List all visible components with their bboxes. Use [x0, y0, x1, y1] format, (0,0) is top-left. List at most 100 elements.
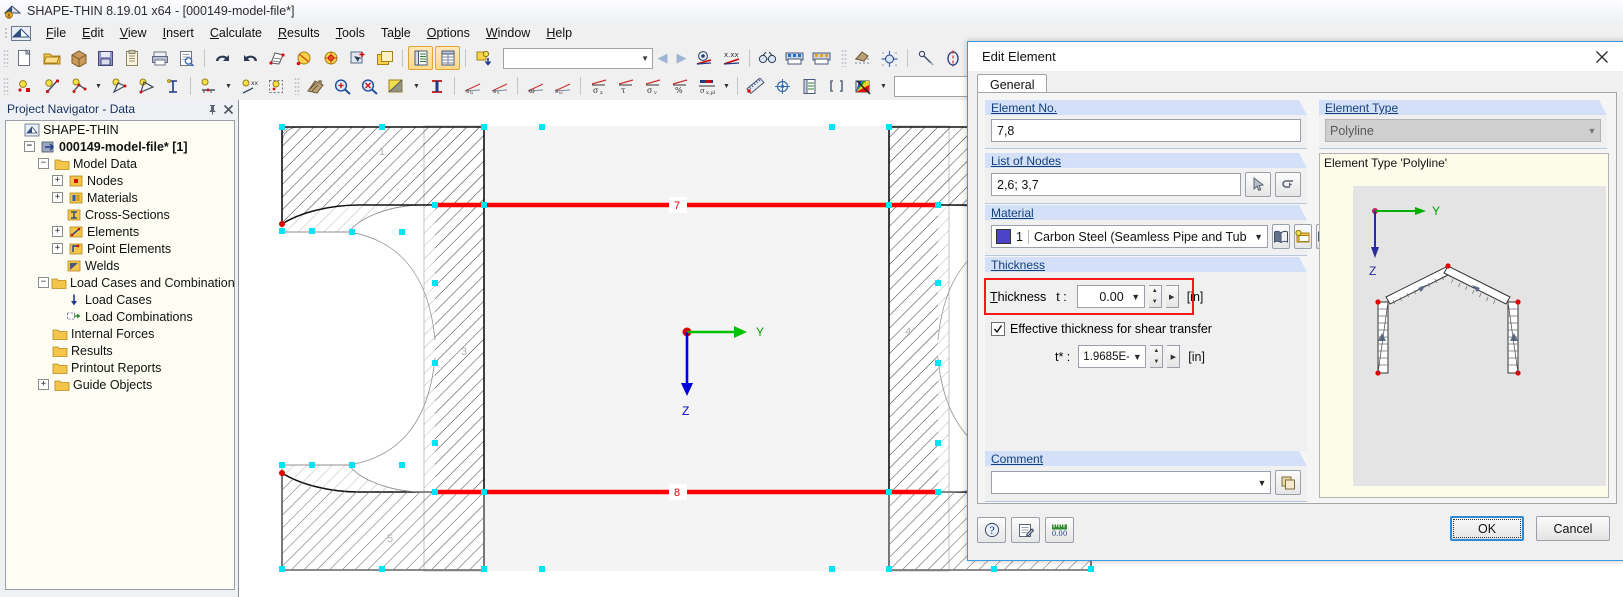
section-i-icon[interactable]: [424, 74, 449, 98]
toolbar-combo-1[interactable]: ▼: [503, 47, 653, 69]
copy-comment-icon[interactable]: [1275, 470, 1301, 495]
tau-icon[interactable]: τ: [613, 74, 638, 98]
thickness-stepper[interactable]: ▲ ▼: [1148, 285, 1162, 308]
tree-item-internal-forces[interactable]: Internal Forces: [6, 325, 234, 342]
menu-item-view[interactable]: View: [112, 23, 155, 43]
new-xx-icon[interactable]: xx: [236, 74, 261, 98]
redo-icon[interactable]: [237, 46, 262, 70]
copy-icon[interactable]: [120, 46, 145, 70]
thickness-input[interactable]: 0.00 ▼: [1076, 285, 1145, 308]
toolbar-grip[interactable]: [3, 49, 9, 67]
dimension-icon[interactable]: [913, 46, 938, 70]
comment-input[interactable]: ▼: [991, 471, 1271, 494]
su-icon[interactable]: su: [460, 74, 485, 98]
tree-item-point-elements[interactable]: + Point Elements: [6, 240, 234, 257]
tree-item-load-cases[interactable]: Load Cases: [6, 291, 234, 308]
tree-item-materials[interactable]: + Materials: [6, 189, 234, 206]
grid-snap-icon[interactable]: [850, 46, 875, 70]
import-icon[interactable]: [471, 46, 496, 70]
bracket-icon[interactable]: [824, 74, 849, 98]
dropdown-arrow-icon[interactable]: ▼: [878, 74, 889, 98]
open-file-icon[interactable]: [39, 46, 64, 70]
menu-item-window[interactable]: Window: [478, 23, 538, 43]
toolbar-grip-4[interactable]: [294, 77, 300, 95]
menu-item-edit[interactable]: Edit: [74, 23, 112, 43]
cancel-button[interactable]: Cancel: [1536, 516, 1610, 541]
s-omega-icon[interactable]: sω: [550, 74, 575, 98]
print-preview-icon[interactable]: [174, 46, 199, 70]
menu-grip[interactable]: [3, 26, 10, 40]
chevron-down-icon[interactable]: ▼: [1251, 232, 1267, 242]
new-polyline-icon[interactable]: [66, 74, 91, 98]
toolbar-grip-3[interactable]: [3, 77, 9, 95]
material-combo[interactable]: 1 Carbon Steel (Seamless Pipe and Tub ▼: [991, 225, 1268, 248]
tree-item-cross-sections[interactable]: Cross-Sections: [6, 206, 234, 223]
save-icon[interactable]: [93, 46, 118, 70]
view-point-icon[interactable]: [692, 46, 717, 70]
tree-item-guide-objects[interactable]: + Guide Objects: [6, 376, 234, 393]
sv-icon[interactable]: sv: [487, 74, 512, 98]
snap-object-icon[interactable]: [877, 46, 902, 70]
new-material-icon[interactable]: [1293, 224, 1312, 249]
new-file-icon[interactable]: [12, 46, 37, 70]
select-add-icon[interactable]: [345, 46, 370, 70]
omega-icon[interactable]: ω: [523, 74, 548, 98]
tree-item-load-cases-and-combinations[interactable]: − Load Cases and Combinations: [6, 274, 234, 291]
expand-icon[interactable]: +: [52, 175, 63, 186]
element-no-input[interactable]: 7,8: [991, 119, 1301, 142]
new-section-icon[interactable]: [160, 74, 185, 98]
menu-item-insert[interactable]: Insert: [155, 23, 202, 43]
tree-item-nodes[interactable]: + Nodes: [6, 172, 234, 189]
new-selection-icon[interactable]: [263, 74, 288, 98]
colors-icon[interactable]: [851, 74, 876, 98]
collapse-icon[interactable]: −: [38, 158, 49, 169]
effective-thickness-input[interactable]: 1.9685E-( ▼: [1078, 345, 1147, 368]
dropdown-arrow-icon[interactable]: ▼: [721, 74, 732, 98]
undo-icon[interactable]: [210, 46, 235, 70]
close-icon[interactable]: [1579, 42, 1623, 71]
spin-up-icon[interactable]: ▲: [1149, 286, 1161, 297]
tree-item-model-data[interactable]: − Model Data: [6, 155, 234, 172]
sigma-v-icon[interactable]: σv: [640, 74, 665, 98]
dropdown-arrow-icon[interactable]: ▼: [223, 74, 234, 98]
new-line-element-icon[interactable]: [39, 74, 64, 98]
menu-item-options[interactable]: Options: [419, 23, 478, 43]
effective-thickness-more-button[interactable]: ▶: [1167, 345, 1181, 368]
new-arc-icon[interactable]: [106, 74, 131, 98]
chevron-down-icon[interactable]: ▼: [1128, 292, 1144, 302]
rotate-icon[interactable]: [291, 46, 316, 70]
chevron-down-icon[interactable]: ▼: [1254, 478, 1270, 488]
render-icon[interactable]: [384, 74, 409, 98]
tree-item-shape-thin[interactable]: SHAPE-THIN: [6, 121, 234, 138]
expand-icon[interactable]: +: [52, 243, 63, 254]
tree-item-results[interactable]: Results: [6, 342, 234, 359]
tree-item-elements[interactable]: + Elements: [6, 223, 234, 240]
chevron-down-icon[interactable]: ▼: [1129, 352, 1145, 362]
glasses-icon[interactable]: [755, 46, 780, 70]
menu-item-file[interactable]: File: [38, 23, 74, 43]
material-library-icon[interactable]: [1271, 224, 1290, 249]
sigma-x-icon[interactable]: σx: [586, 74, 611, 98]
printout2-icon[interactable]: [809, 46, 834, 70]
spin-down-icon[interactable]: ▼: [1150, 357, 1162, 368]
new-point-element-icon[interactable]: [196, 74, 221, 98]
menu-item-tools[interactable]: Tools: [328, 23, 373, 43]
dropdown-arrow-icon[interactable]: ▼: [93, 74, 104, 98]
effective-thickness-stepper[interactable]: ▲ ▼: [1150, 345, 1164, 368]
rotate-center-icon[interactable]: [318, 46, 343, 70]
pick-cursor-icon[interactable]: [1245, 172, 1271, 197]
print-icon[interactable]: [147, 46, 172, 70]
units-icon[interactable]: 0.00: [1045, 517, 1074, 543]
dropdown-arrow-icon[interactable]: ▼: [411, 74, 422, 98]
ruler-icon[interactable]: [743, 74, 768, 98]
toolbar-grip-2[interactable]: [841, 49, 847, 67]
tab-general[interactable]: General: [977, 74, 1048, 94]
collapse-icon[interactable]: −: [38, 277, 49, 288]
effective-thickness-checkbox-row[interactable]: Effective thickness for shear transfer: [991, 322, 1212, 336]
load-icon[interactable]: [303, 74, 328, 98]
expand-icon[interactable]: +: [38, 379, 49, 390]
prev-arrow-icon[interactable]: ◀: [653, 48, 672, 68]
open-package-icon[interactable]: [66, 46, 91, 70]
menu-item-help[interactable]: Help: [538, 23, 580, 43]
menu-item-calculate[interactable]: Calculate: [202, 23, 270, 43]
